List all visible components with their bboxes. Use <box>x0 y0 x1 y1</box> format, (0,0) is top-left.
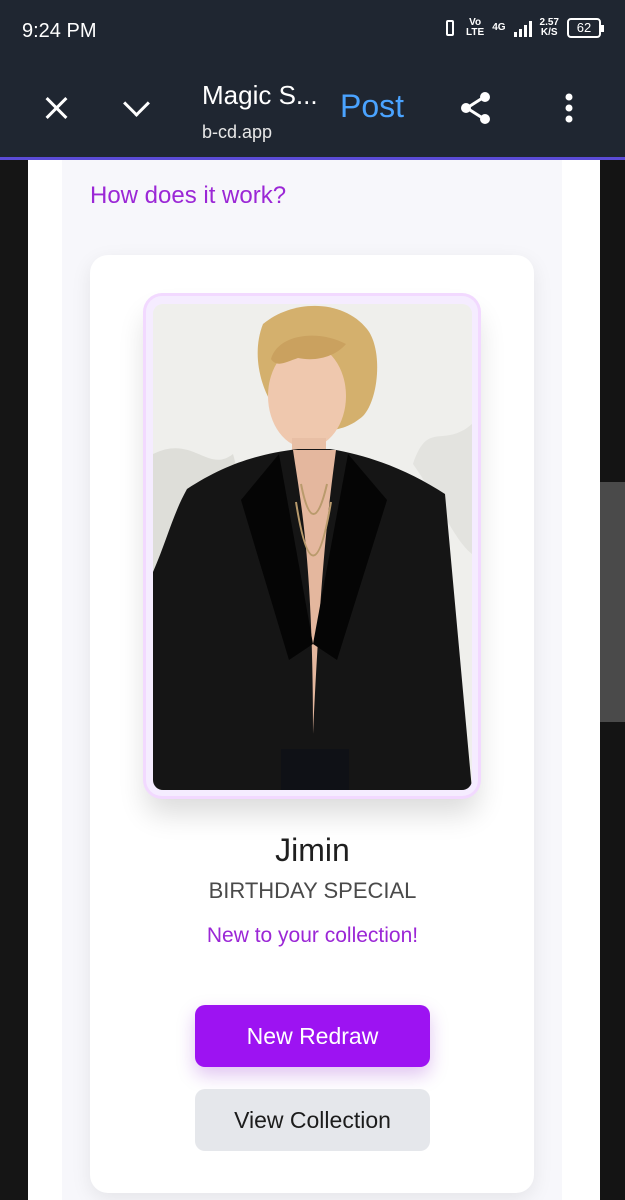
data-speed-unit: K/S <box>540 27 558 38</box>
how-does-it-work-link[interactable]: How does it work? <box>90 182 286 210</box>
signal-icon <box>513 19 532 37</box>
new-redraw-button[interactable]: New Redraw <box>195 1005 430 1067</box>
volte-bottom-text: LTE <box>466 27 485 38</box>
scrollbar-thumb[interactable] <box>600 482 625 722</box>
battery-icon: 62 <box>567 18 604 38</box>
page-url: b-cd.app <box>202 122 273 142</box>
network-type: 4G <box>492 22 506 33</box>
photo-card-image <box>153 304 472 790</box>
collection-status-message: New to your collection! <box>206 924 419 947</box>
volte-indicator: Vo LTE <box>466 18 484 38</box>
card-name: Jimin <box>275 832 350 868</box>
system-icons: Vo LTE 4G 2.57 K/S 62 <box>442 18 604 38</box>
page-title: Magic S... <box>202 80 318 110</box>
status-bar: 9:24 PM Vo LTE 4G 2.57 K/S 62 <box>0 0 625 62</box>
data-speed: 2.57 K/S <box>540 18 559 38</box>
portrait-illustration <box>153 304 472 790</box>
share-icon-graphic <box>461 92 490 124</box>
card-subtitle: BIRTHDAY SPECIAL <box>208 878 417 903</box>
more-vert-icon-graphic <box>565 93 573 123</box>
vibrate-icon <box>442 18 458 38</box>
view-collection-button[interactable]: View Collection <box>195 1089 430 1151</box>
share-icon[interactable] <box>456 88 496 128</box>
post-button[interactable]: Post <box>340 88 404 125</box>
more-vert-icon[interactable] <box>549 88 589 128</box>
left-gutter <box>0 160 28 1200</box>
browser-toolbar: Magic S... b-cd.app Post <box>0 62 625 160</box>
status-time: 9:24 PM <box>22 20 97 42</box>
chevron-down-icon[interactable] <box>118 88 158 128</box>
close-icon[interactable] <box>36 88 76 128</box>
